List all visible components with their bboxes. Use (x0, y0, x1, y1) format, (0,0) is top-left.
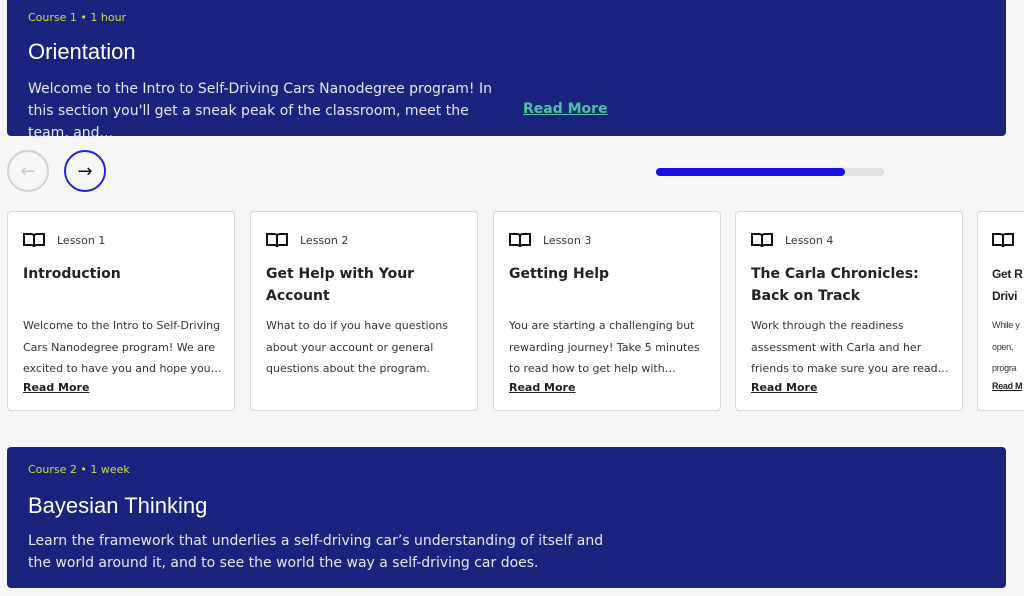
course-2-banner: Course 2 • 1 week Bayesian Thinking Lear… (7, 447, 1006, 588)
course-description: Learn the framework that underlies a sel… (28, 533, 604, 571)
course-description: Welcome to the Intro to Self-Driving Car… (28, 81, 492, 141)
lesson-card[interactable]: Get R Drivi While y open, progra Read M (977, 211, 1024, 411)
lesson-description: You are starting a challenging but rewar… (509, 319, 700, 375)
course-meta: Course 2 • 1 week (28, 463, 130, 476)
lesson-description: open, (992, 341, 1014, 352)
course-1-banner: Course 1 • 1 hour Orientation Welcome to… (7, 0, 1006, 141)
read-more-link[interactable]: Read More (751, 381, 817, 394)
lesson-title: Get Help with Your Account (266, 266, 415, 304)
lesson-description: While y (992, 320, 1020, 330)
lesson-description: progra (992, 363, 1017, 373)
prev-button[interactable]: ← (7, 150, 49, 192)
arrow-right-icon: → (77, 160, 93, 182)
book-icon (509, 233, 531, 248)
lesson-title: Getting Help (509, 266, 610, 282)
read-more-link[interactable]: Read M (992, 381, 1024, 391)
carousel-progress (656, 168, 884, 176)
lesson-card[interactable]: Lesson 4 The Carla Chronicles: Back on T… (735, 211, 963, 411)
read-more-link[interactable]: Read More (23, 381, 89, 394)
lesson-title: Drivi (992, 289, 1018, 303)
lesson-card[interactable]: Lesson 3 Getting Help You are starting a… (493, 211, 721, 411)
book-icon (751, 233, 773, 248)
lesson-title: Introduction (23, 266, 121, 282)
lesson-description: Work through the readiness assessment wi… (751, 319, 945, 375)
book-icon (266, 233, 288, 248)
lesson-card[interactable]: Lesson 2 Get Help with Your Account What… (250, 211, 478, 411)
lesson-label: Lesson 4 (785, 233, 834, 247)
lesson-card[interactable]: Lesson 1 Introduction Welcome to the Int… (7, 211, 235, 411)
course-title: Orientation (28, 39, 136, 64)
arrow-left-icon: ← (20, 160, 36, 182)
lesson-label: Lesson 3 (543, 233, 592, 247)
book-icon (23, 233, 45, 248)
progress-fill (656, 168, 846, 176)
read-more-link[interactable]: Read More (509, 381, 575, 394)
lesson-description: Welcome to the Intro to Self-Driving Car… (23, 319, 221, 375)
lesson-label: Lesson 2 (300, 233, 349, 247)
course-meta: Course 1 • 1 hour (28, 11, 127, 24)
book-icon (992, 233, 1014, 248)
course-title: Bayesian Thinking (28, 493, 208, 518)
lesson-description: What to do if you have questions about y… (266, 319, 449, 375)
lesson-title: The Carla Chronicles: Back on Track (751, 266, 919, 304)
lesson-label: Lesson 1 (57, 233, 106, 247)
next-button[interactable]: → (64, 150, 106, 192)
lesson-title: Get R (992, 267, 1023, 281)
read-more-link[interactable]: Read More (523, 101, 608, 117)
